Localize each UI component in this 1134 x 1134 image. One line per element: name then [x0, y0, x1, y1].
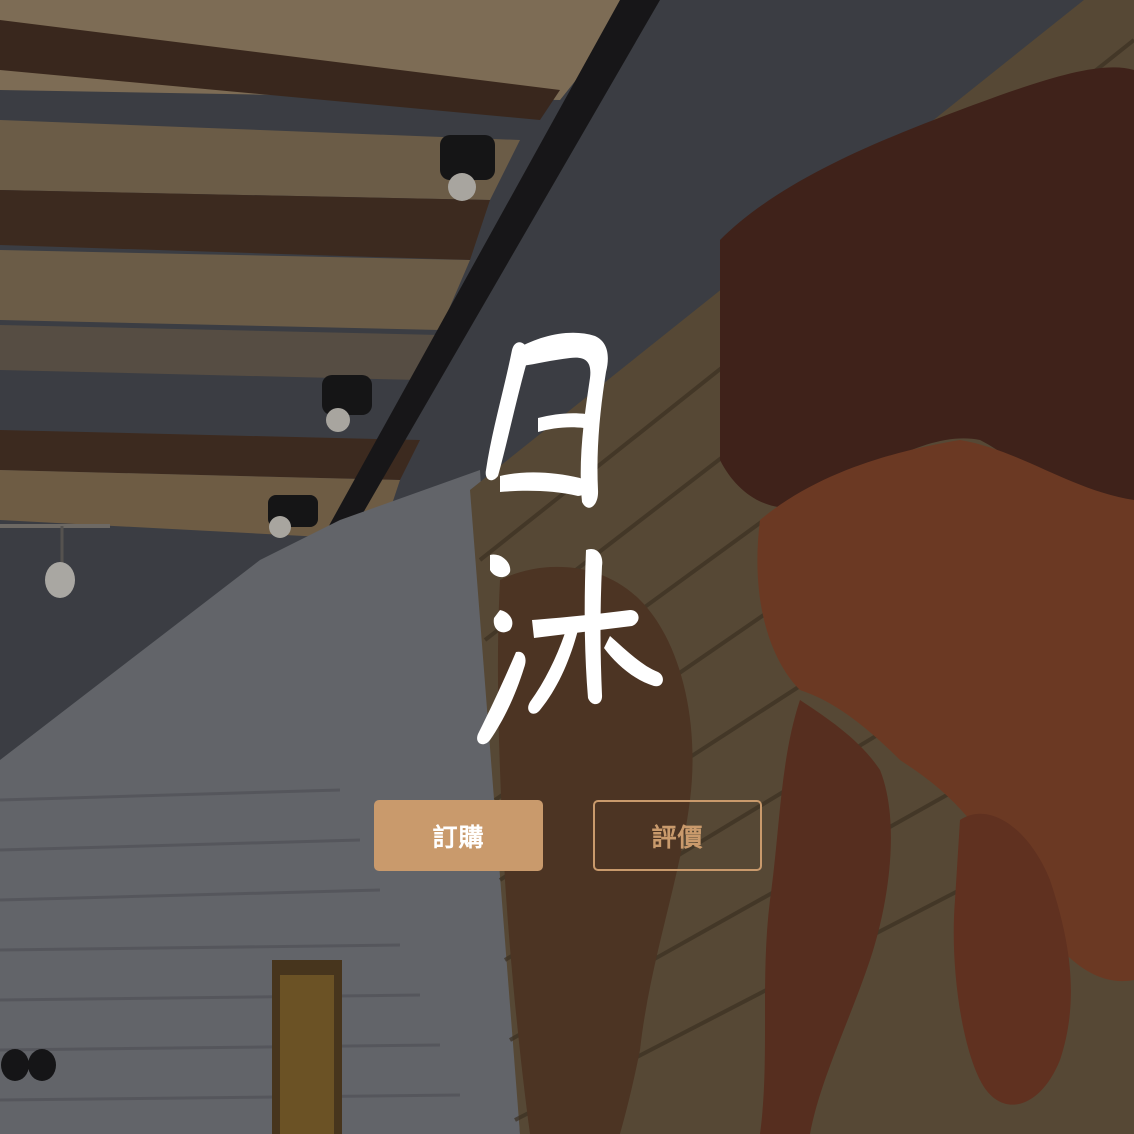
review-button[interactable]: 評價: [593, 800, 762, 871]
order-button[interactable]: 訂購: [374, 800, 543, 871]
brand-logo: [477, 332, 663, 745]
